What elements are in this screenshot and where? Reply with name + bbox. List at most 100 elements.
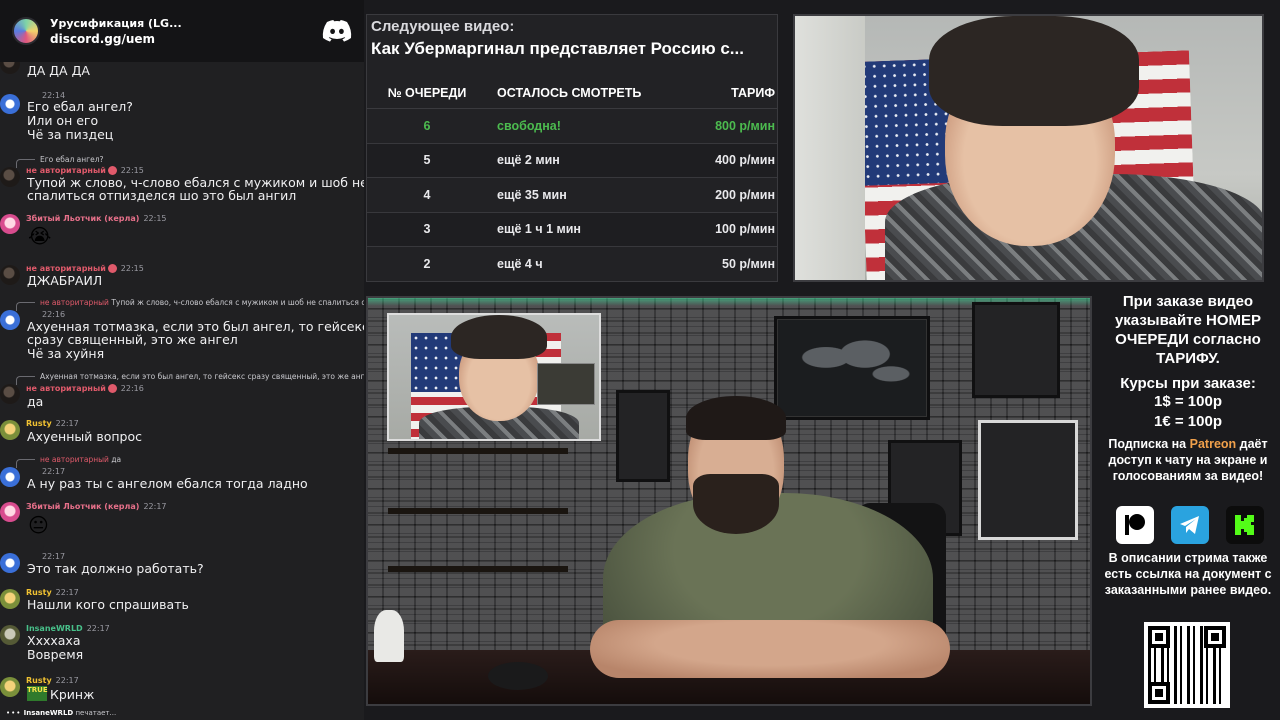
order-instructions: При заказе видео указывайте НОМЕР ОЧЕРЕД… [1114,293,1262,367]
table-row: 6 свободна! 800 р/мин [367,109,777,144]
mini-cam [537,363,595,405]
avatar [0,265,20,285]
queue-table: № ОЧЕРЕДИ ОСТАЛОСЬ СМОТРЕТЬ ТАРИФ 6 своб… [367,77,777,281]
message-line: спалиться отпизделся шо это был ангил [27,188,297,203]
message-line: А ну раз ты с ангелом ебался тогда ладно [27,476,308,491]
emoji-neutral-face-icon: 😐 [28,513,49,537]
queue-number: 4 [423,187,431,202]
col-rate: ТАРИФ [731,85,775,100]
avatar [0,553,20,573]
table-row: 5 ещё 2 мин 400 р/мин [367,143,777,178]
message-line: Вовремя [27,647,84,662]
wall-poster [972,302,1060,398]
rate-usd: 1$ = 100р [1154,393,1222,410]
author-name: не авторитарный [26,384,106,393]
author-name: Rusty [26,676,52,685]
role-badge-icon [107,264,117,273]
reply-preview: Его ебал ангел? [16,155,104,168]
role-badge-icon [107,384,117,393]
reply-preview: Ахуенная тотмазка, если это был ангел, т… [16,372,364,385]
avatar [0,589,20,609]
avatar [0,625,20,645]
avatar [0,384,20,404]
next-video-caption: Следующее видео: [371,18,515,35]
patreon-link[interactable]: Patreon [1190,437,1237,451]
queue-number: 6 [423,118,431,133]
subscription-info: Подписка на Patreon даёт доступ к чату н… [1108,437,1268,483]
message-line: Его ебал ангел? [27,99,133,114]
rate: 200 р/мин [715,187,775,202]
rate: 100 р/мин [715,222,775,237]
picture-in-picture-cam [387,313,601,441]
message-line: Это так должно работать? [27,561,204,576]
host-beard [693,474,779,534]
message-line: Чё за пиздец [27,127,114,142]
avatar [0,214,20,234]
host-webcam [366,296,1092,706]
message-text: ДА ДА ДА [27,63,90,78]
message-line: Ахуенный вопрос [27,429,142,444]
avatar [0,467,20,487]
description-note: В описании стрима также есть ссылка на д… [1104,551,1272,597]
avatar [0,502,20,522]
patreon-icon[interactable] [1116,506,1154,544]
discord-widget-header: Урусификация (LG... discord.gg/uem [0,0,364,62]
table-row: 4 ещё 35 мин 200 р/мин [367,178,777,213]
timestamp: 22:17 [55,588,79,597]
timestamp: 22:17 [42,467,66,476]
author-name: Збитый Льотчик (керла) [26,502,140,511]
message-line: Кринж [50,687,95,702]
timestamp: 22:17 [143,502,167,511]
author-name: не авторитарный [26,166,106,175]
remaining-time: ещё 35 мин [497,187,567,202]
next-video-title: Как Убермаргинал представляет Россию с..… [371,39,744,58]
typing-dots-icon: ••• [6,709,22,717]
timestamp: 22:17 [55,419,79,428]
queue-number: 3 [423,222,431,237]
timestamp: 22:15 [120,264,144,273]
avatar [0,167,20,187]
col-queue-number: № ОЧЕРЕДИ [387,85,467,100]
remaining-time: ещё 4 ч [497,256,543,271]
reply-preview: не авторитарный да [15,455,122,468]
remaining-time: свободна! [497,118,561,133]
message-line: Ххххаха [27,633,81,648]
author-name: Збитый Льотчик (керла) [26,214,140,223]
rates-heading: Курсы при заказе: [1120,375,1256,392]
table-header: № ОЧЕРЕДИ ОСТАЛОСЬ СМОТРЕТЬ ТАРИФ [367,77,777,109]
message-list: ДА ДА ДА 22:14 Его ебал ангел? Или он ег… [0,54,364,708]
kick-icon[interactable] [1226,506,1264,544]
reply-preview: не авторитарный Тупой ж слово, ч-слово е… [15,298,364,311]
author-name: не авторитарный [26,264,106,273]
telegram-icon[interactable] [1171,506,1209,544]
typing-user: InsaneWRLD [23,709,74,717]
author-name: InsaneWRLD [26,624,83,633]
message-line: Чё за хуйня [27,346,105,361]
invite-link[interactable]: discord.gg/uem [50,31,322,47]
queue-number: 5 [423,153,431,168]
qr-code-icon[interactable] [1144,622,1230,708]
message-line: Или он его [27,113,99,128]
social-icons [1116,506,1264,544]
timestamp: 22:17 [86,624,110,633]
queue-number: 2 [423,256,431,271]
table-row: 3 ещё 1 ч 1 мин 100 р/мин [367,212,777,247]
stream-layout: Урусификация (LG... discord.gg/uem ДА ДА… [0,0,1280,720]
remaining-time: ещё 2 мин [497,153,560,168]
avatar [0,310,20,330]
guest-webcam [793,14,1264,282]
timestamp: 22:15 [120,166,144,175]
message-line: сразу священный, это же ангел [27,332,238,347]
timestamp: 22:16 [120,384,144,393]
remaining-time: ещё 1 ч 1 мин [497,222,581,237]
true-emote-icon: TRUE [27,686,48,701]
server-icon [12,17,40,45]
order-info-panel: При заказе видео указывайте НОМЕР ОЧЕРЕД… [1096,292,1280,720]
typing-indicator: ••• InsaneWRLD печатает... [6,709,116,717]
col-remaining: ОСТАЛОСЬ СМОТРЕТЬ [497,85,642,100]
message-line: Нашли кого спрашивать [27,597,189,612]
host-hair [686,396,786,440]
avatar [0,94,20,114]
mouse [488,662,548,690]
table-row: 2 ещё 4 ч 50 р/мин [367,247,777,281]
